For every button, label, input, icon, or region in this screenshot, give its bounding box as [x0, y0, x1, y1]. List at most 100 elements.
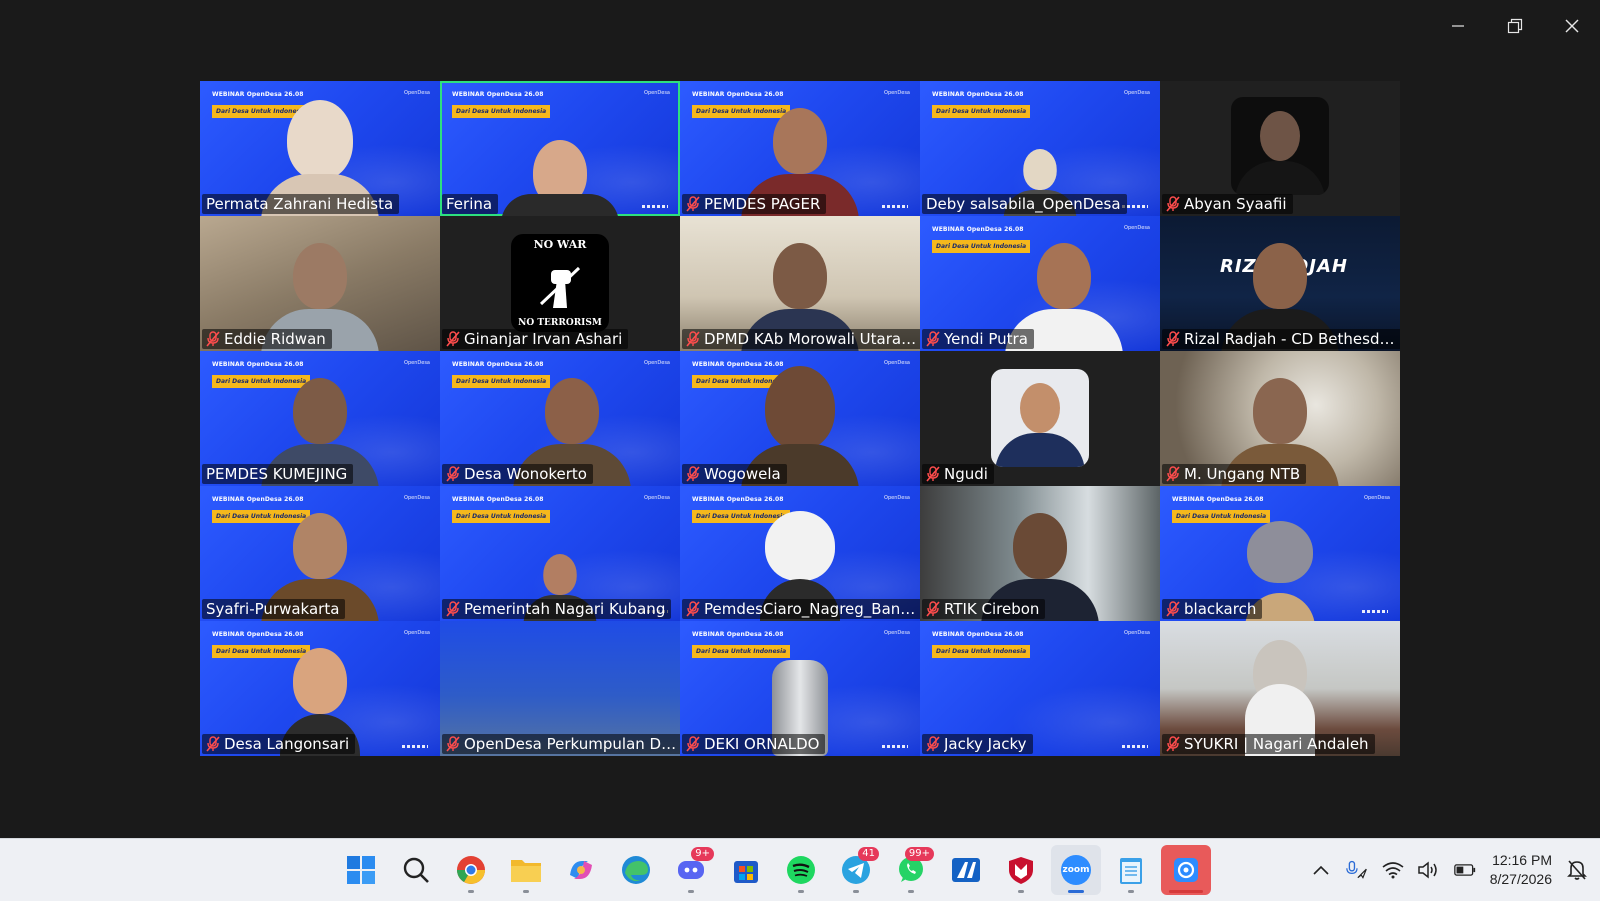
microphone-location-button[interactable] [1345, 859, 1368, 881]
video-tile[interactable]: WEBINAR OpenDesa 26.08 Dari Desa Untuk In… [920, 216, 1160, 351]
whatsapp-button[interactable]: 99+ [886, 845, 936, 895]
video-tile[interactable]: M. Ungang NTB [1160, 351, 1400, 486]
search-icon [403, 857, 429, 883]
brand-logo: OpenDesa [404, 360, 430, 366]
microsoft-store-button[interactable] [721, 845, 771, 895]
chrome-taskbar-button[interactable] [446, 845, 496, 895]
bell-icon [1567, 860, 1587, 880]
brand-logo: OpenDesa [404, 630, 430, 636]
edge-button[interactable] [611, 845, 661, 895]
spotify-button[interactable] [776, 845, 826, 895]
muted-mic-icon [686, 736, 700, 752]
video-tile[interactable]: Ngudi [920, 351, 1160, 486]
participant-name: DEKI ORNALDO [704, 735, 820, 753]
show-hidden-icons-button[interactable] [1310, 859, 1332, 881]
webinar-banner: WEBINAR OpenDesa 26.08 Dari Desa Untuk In… [932, 91, 1031, 118]
participant-name: Wogowela [704, 465, 781, 483]
muted-mic-icon [686, 466, 700, 482]
participant-name-label: Yendi Putra [922, 329, 1034, 349]
video-tile[interactable]: WEBINAR OpenDesa 26.08 Dari Desa Untuk In… [1160, 486, 1400, 621]
notification-badge: 9+ [691, 847, 714, 861]
notifications-button[interactable] [1566, 859, 1588, 881]
video-tile[interactable]: WEBINAR OpenDesa 26.08 Dari Desa Untuk In… [920, 621, 1160, 756]
video-tile[interactable]: WEBINAR OpenDesa 26.08 Dari Desa Untuk In… [200, 351, 440, 486]
window-controls [1429, 0, 1600, 52]
video-tile[interactable]: Eddie Ridwan [200, 216, 440, 351]
video-tile[interactable]: RIZ ADJAH Rizal Radjah - CD Bethesda ... [1160, 216, 1400, 351]
participant-name-label: PemdesCiaro_Nagreg_Band... [682, 599, 920, 619]
network-button[interactable] [1382, 859, 1404, 881]
start-button[interactable] [336, 845, 386, 895]
search-button[interactable] [391, 845, 441, 895]
participant-name: Abyan Syaafii [1184, 195, 1287, 213]
participant-name: PEMDES KUMEJING [206, 465, 348, 483]
participant-name-label: Desa Langonsari [202, 734, 356, 754]
participant-name: M. Ungang NTB [1184, 465, 1301, 483]
video-tile[interactable]: NO WAR NO TERRORISM Ginanjar Irvan Ashar… [440, 216, 680, 351]
participant-name: Deby salsabila_OpenDesa [926, 195, 1121, 213]
video-tile[interactable]: WEBINAR OpenDesa 26.08 Dari Desa Untuk In… [440, 351, 680, 486]
participant-name: Ferina [446, 195, 493, 213]
video-tile[interactable]: WEBINAR OpenDesa 26.08 Dari Desa Untuk In… [680, 351, 920, 486]
participant-name: Jacky Jacky [944, 735, 1027, 753]
participant-name: Ngudi [944, 465, 988, 483]
clock-date: 8/27/2026 [1489, 871, 1552, 887]
video-tile[interactable]: WEBINAR OpenDesa 26.08 Dari Desa Untuk In… [680, 621, 920, 756]
mcafee-button[interactable] [996, 845, 1046, 895]
video-gallery: WEBINAR OpenDesa 26.08 Dari Desa Untuk In… [200, 81, 1400, 756]
muted-mic-icon [206, 736, 220, 752]
brand-logo: OpenDesa [1124, 225, 1150, 231]
telegram-button[interactable]: 41 [831, 845, 881, 895]
zoom-taskbar-button[interactable]: zoom [1051, 845, 1101, 895]
muted-mic-icon [446, 601, 460, 617]
battery-button[interactable] [1453, 859, 1476, 881]
close-icon [1565, 19, 1578, 33]
muted-mic-icon [686, 331, 700, 347]
decoration-dots [1362, 610, 1388, 613]
participant-name: blackarch [1184, 600, 1257, 618]
clock[interactable]: 12:16 PM 8/27/2026 [1490, 851, 1552, 889]
muted-mic-icon [446, 466, 460, 482]
participant-name-label: Desa Wonokerto [442, 464, 593, 484]
muted-mic-icon [1166, 736, 1180, 752]
video-tile[interactable]: WEBINAR OpenDesa 26.08 Dari Desa Untuk In… [920, 81, 1160, 216]
participant-name-label: DEKI ORNALDO [682, 734, 826, 754]
video-tile[interactable]: WEBINAR OpenDesa 26.08 Dari Desa Untuk In… [200, 621, 440, 756]
banner-title: WEBINAR OpenDesa 26.08 [692, 631, 784, 638]
brand-logo: OpenDesa [1124, 630, 1150, 636]
video-tile[interactable]: SYUKRI | Nagari Andaleh [1160, 621, 1400, 756]
discord-button[interactable]: 9+ [666, 845, 716, 895]
taskbar: 9+ 41 99+ zoom 12:16 PM 8/27/2026 [0, 838, 1600, 901]
muted-mic-icon [926, 466, 940, 482]
video-tile[interactable]: WEBINAR OpenDesa 26.08 Dari Desa Untuk In… [440, 486, 680, 621]
minimize-button[interactable] [1429, 0, 1486, 52]
video-tile[interactable]: WEBINAR OpenDesa 26.08 Dari Desa Untuk In… [680, 486, 920, 621]
copilot-button[interactable] [556, 845, 606, 895]
brand-logo: OpenDesa [884, 630, 910, 636]
zoom-meeting-button[interactable] [1161, 845, 1211, 895]
video-tile[interactable]: OpenDesa Perkumpulan Des... [440, 621, 680, 756]
video-tile[interactable]: WEBINAR OpenDesa 26.08 Dari Desa Untuk In… [200, 81, 440, 216]
volume-button[interactable] [1417, 859, 1440, 881]
participant-name: Eddie Ridwan [224, 330, 326, 348]
speaker-icon [1417, 861, 1437, 879]
notepad-button[interactable] [1106, 845, 1156, 895]
muted-mic-icon [446, 736, 460, 752]
video-tile[interactable]: WEBINAR OpenDesa 26.08 Dari Desa Untuk In… [200, 486, 440, 621]
profile-picture [1231, 97, 1329, 195]
video-tile[interactable]: RTIK Cirebon [920, 486, 1160, 621]
participant-name: PEMDES PAGER [704, 195, 821, 213]
close-button[interactable] [1543, 0, 1600, 52]
participant-name: RTIK Cirebon [944, 600, 1040, 618]
participant-name: PemdesCiaro_Nagreg_Band... [704, 600, 920, 618]
app-a-button[interactable] [941, 845, 991, 895]
video-tile[interactable]: WEBINAR OpenDesa 26.08 Dari Desa Untuk In… [680, 81, 920, 216]
file-explorer-button[interactable] [501, 845, 551, 895]
folder-icon [511, 860, 541, 882]
video-tile[interactable]: DPMD KAb Morowali Utara ... [680, 216, 920, 351]
participant-name: Desa Wonokerto [464, 465, 587, 483]
video-tile[interactable]: Abyan Syaafii [1160, 81, 1400, 216]
restore-button[interactable] [1486, 0, 1543, 52]
video-tile-active-speaker[interactable]: WEBINAR OpenDesa 26.08 Dari Desa Untuk In… [440, 81, 680, 216]
spotify-icon [787, 856, 815, 884]
